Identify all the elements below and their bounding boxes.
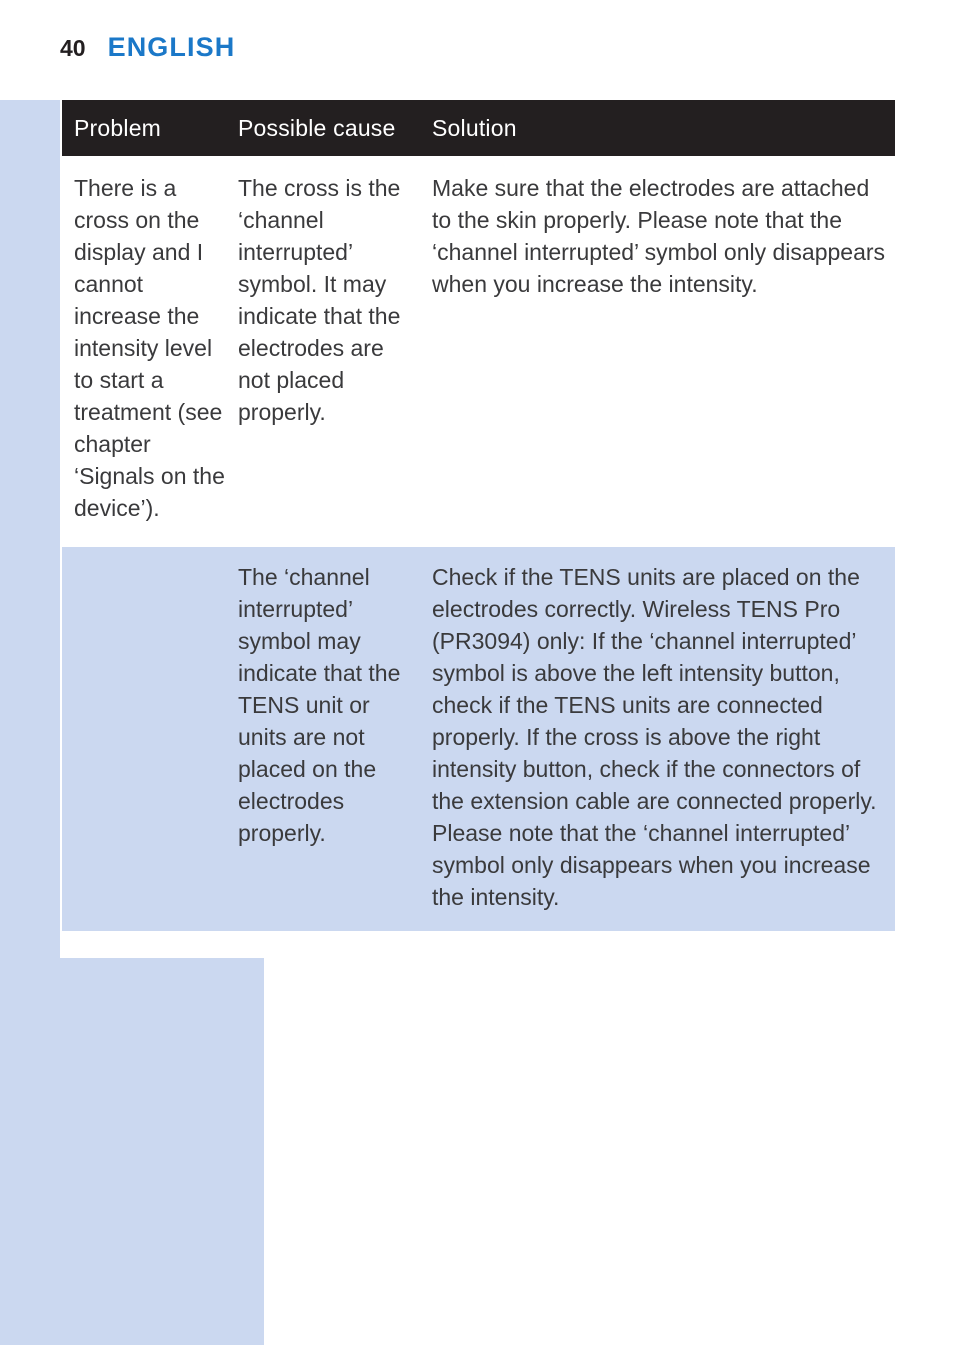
cell-solution-text: Check if the TENS units are placed on th… (432, 564, 877, 910)
column-header-cause: Possible cause (238, 114, 396, 141)
table-row: There is a cross on the display and I ca… (62, 156, 895, 542)
cell-solution-text: Make sure that the electrodes are attach… (432, 175, 886, 297)
cell-solution: Make sure that the electrodes are attach… (422, 172, 895, 300)
troubleshooting-table: Problem Possible cause Solution There is… (62, 100, 895, 931)
cell-cause: The ‘channel interrupted’ symbol may ind… (226, 561, 422, 849)
column-header-solution: Solution (432, 114, 517, 141)
table-row: The ‘channel interrupted’ symbol may ind… (62, 547, 895, 931)
cell-problem-text: There is a cross on the display and I ca… (74, 175, 225, 521)
table-header-row: Problem Possible cause Solution (62, 100, 895, 156)
cell-cause: The cross is the ‘channel interrupted’ s… (226, 172, 422, 428)
cell-cause-text: The ‘channel interrupted’ symbol may ind… (238, 564, 401, 846)
page-header: 40 ENGLISH (60, 32, 235, 63)
page-number: 40 (60, 35, 86, 61)
cell-solution: Check if the TENS units are placed on th… (422, 561, 895, 913)
cell-cause-text: The cross is the ‘channel interrupted’ s… (238, 175, 401, 425)
cell-problem: There is a cross on the display and I ca… (62, 172, 226, 524)
page-title: ENGLISH (107, 32, 236, 62)
column-header-problem: Problem (74, 114, 162, 141)
page-margin-stripe (44, 100, 60, 958)
